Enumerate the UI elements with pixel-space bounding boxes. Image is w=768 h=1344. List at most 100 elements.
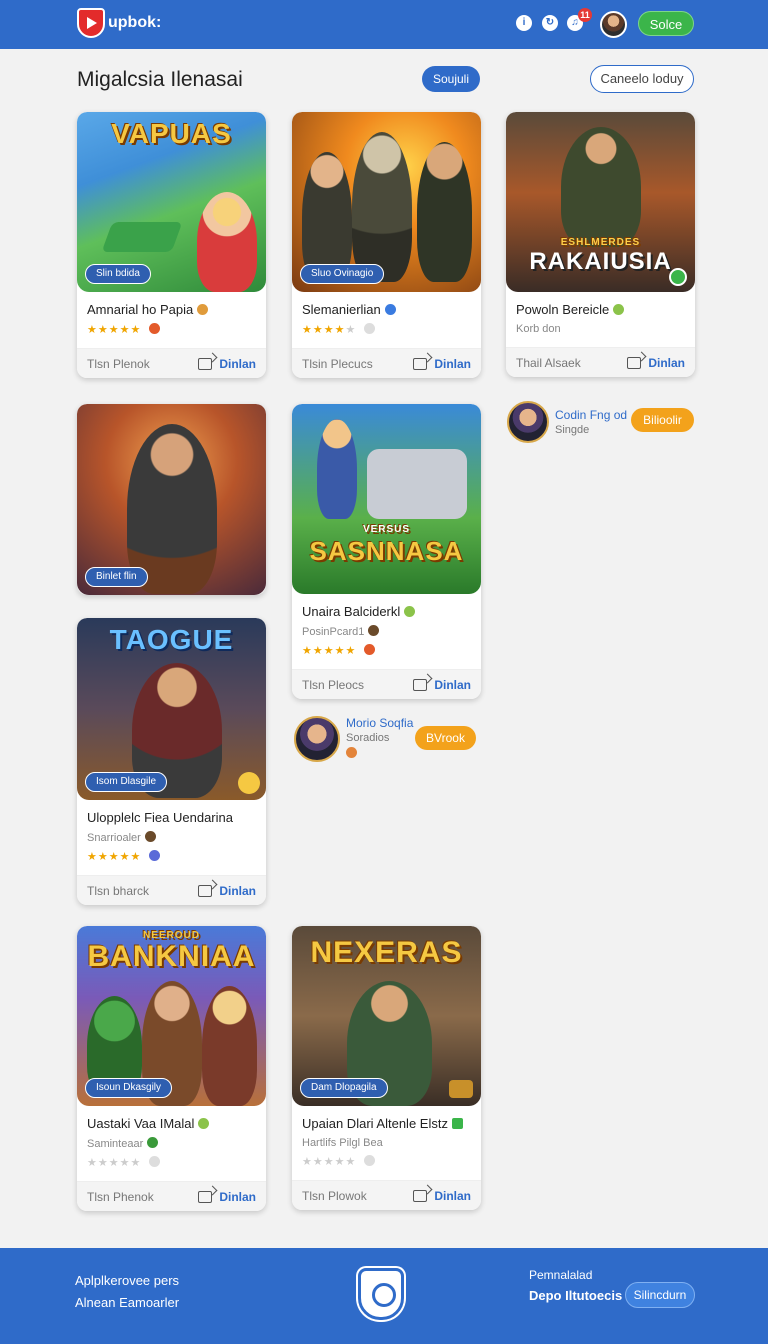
game-card[interactable]: VAPUAS Slin bdida Amnarial ho Papia ★★★★…	[77, 112, 266, 378]
card-action-link[interactable]: Dinlan	[219, 357, 256, 371]
creator-row[interactable]: Codin Fng od Singde	[507, 401, 627, 443]
app-logo[interactable]: upbok:	[77, 8, 161, 38]
game-card-image: NEEROUD BANKNIAA Isoun Dkasgily	[77, 926, 266, 1106]
footer-link[interactable]: Alnean Eamoarler	[75, 1292, 179, 1314]
card-footer: Thail Alsaek Dinlan	[506, 347, 695, 377]
share-icon[interactable]	[413, 678, 428, 691]
game-tag-chip[interactable]: Isom Dlasgile	[85, 772, 168, 792]
share-icon[interactable]	[627, 356, 642, 369]
game-art-subtitle: ESHLMERDES	[560, 237, 641, 248]
card-footer: Tlsn Pleocs Dinlan	[292, 669, 481, 699]
game-card[interactable]: Binlet flin	[77, 404, 266, 595]
game-art-title: RAKAIUSIA	[529, 248, 672, 275]
card-footer: Tlsin Plecucs Dinlan	[292, 348, 481, 378]
shield-logo-icon[interactable]	[358, 1268, 404, 1320]
footer-links: Aplplkerovee pers Alnean Eamoarler	[75, 1270, 179, 1314]
creator-subtitle: Singde	[555, 424, 590, 436]
medal-icon	[149, 1156, 161, 1167]
game-title: Upaian Dlari Altenle Elstz	[302, 1116, 471, 1131]
character-figure	[352, 132, 412, 282]
flag-icon	[451, 1118, 463, 1129]
game-card[interactable]: Sluo Ovinagio Slemanierlian ★★★★★ Tlsin …	[292, 112, 481, 378]
card-footer: Tlsn Plowok Dinlan	[292, 1180, 481, 1210]
card-action-link[interactable]: Dinlan	[434, 678, 471, 692]
star-rating: ★★★★★	[302, 1155, 471, 1168]
share-icon[interactable]	[198, 884, 213, 897]
star-rating: ★★★★★	[87, 323, 256, 336]
card-action-link[interactable]: Dinlan	[219, 884, 256, 898]
card-action-link[interactable]: Dinlan	[434, 357, 471, 371]
card-footer-label: Tlsn Plenok	[87, 356, 150, 371]
creator-row[interactable]: Morio Soqfia Soradios	[294, 716, 413, 762]
creator-name[interactable]: Codin Fng od	[555, 408, 627, 422]
chest-icon[interactable]	[449, 1080, 473, 1098]
game-card[interactable]: NEXERAS Dam Dlopagila Upaian Dlari Alten…	[292, 926, 481, 1210]
primary-pill-button[interactable]: Soujuli	[422, 66, 480, 92]
add-icon[interactable]	[669, 268, 687, 286]
game-subtitle: Korb don	[516, 323, 561, 335]
game-card-image: Sluo Ovinagio	[292, 112, 481, 292]
medal-icon	[364, 1155, 376, 1166]
grid-icon	[144, 831, 156, 842]
share-icon[interactable]	[198, 1190, 213, 1203]
share-icon[interactable]	[413, 1189, 428, 1202]
card-action-link[interactable]: Dinlan	[648, 356, 685, 370]
page-footer: Aplplkerovee pers Alnean Eamoarler Pemna…	[0, 1248, 768, 1344]
notification-badge: 11	[578, 8, 592, 22]
share-icon[interactable]	[198, 357, 213, 370]
creator-avatar[interactable]	[507, 401, 549, 443]
creator-follow-button[interactable]: BVrook	[415, 726, 476, 750]
bonus-icon[interactable]	[238, 772, 260, 794]
share-icon[interactable]	[413, 357, 428, 370]
card-footer-label: Tlsn Pleocs	[302, 677, 365, 692]
character-figure	[197, 192, 257, 292]
footer-button[interactable]: Silincdurn	[625, 1282, 695, 1308]
card-footer-label: Tlsn Phenok	[87, 1189, 154, 1204]
globe-icon	[147, 1137, 159, 1148]
star-rating: ★★★★★	[87, 850, 256, 863]
creator-follow-button[interactable]: Bilioolir	[631, 408, 694, 432]
card-footer: Tlsn bharck Dinlan	[77, 875, 266, 905]
secondary-pill-button[interactable]: Caneelo loduy	[590, 65, 694, 93]
creator-avatar[interactable]	[294, 716, 340, 762]
game-card[interactable]: VERSUS SASNNASA Unaira Balciderkl PosinP…	[292, 404, 481, 699]
game-tag-chip[interactable]: Binlet flin	[85, 567, 148, 587]
game-tag-chip[interactable]: Slin bdida	[85, 264, 151, 284]
card-footer: Tlsn Phenok Dinlan	[77, 1181, 266, 1211]
game-subtitle: Saminteaar	[87, 1137, 256, 1150]
medal-icon	[364, 323, 376, 334]
medal-icon	[364, 644, 376, 655]
game-card[interactable]: ESHLMERDES RAKAIUSIA Powoln Bereicle Kor…	[506, 112, 695, 377]
game-art-title: SASNNASA	[309, 536, 464, 566]
grid-icon	[368, 625, 380, 636]
game-card[interactable]: TAOGUE Isom Dlasgile Ulopplelc Fiea Uend…	[77, 618, 266, 905]
character-figure	[317, 419, 357, 519]
info-icon[interactable]: i	[516, 15, 532, 31]
footer-heading: Depo Iltutoecis	[529, 1288, 623, 1303]
star-rating: ★★★★★	[302, 644, 471, 657]
card-action-link[interactable]: Dinlan	[434, 1189, 471, 1203]
character-figure	[417, 142, 472, 282]
game-card[interactable]: NEEROUD BANKNIAA Isoun Dkasgily Uastaki …	[77, 926, 266, 1211]
card-action-link[interactable]: Dinlan	[219, 1190, 256, 1204]
card-footer-label: Thail Alsaek	[516, 355, 581, 370]
user-avatar[interactable]	[600, 11, 627, 38]
vehicle-shape	[367, 449, 467, 519]
creator-subtitle: Soradios	[346, 732, 390, 744]
game-tag-chip[interactable]: Dam Dlopagila	[300, 1078, 388, 1098]
game-title: Powoln Bereicle	[516, 302, 685, 317]
game-card-image: VAPUAS Slin bdida	[77, 112, 266, 292]
header-action-button[interactable]: Solce	[638, 11, 694, 36]
refresh-icon[interactable]: ↻	[542, 15, 558, 31]
logo-icon	[77, 8, 105, 38]
creator-name[interactable]: Morio Soqfia	[346, 716, 413, 730]
medal-icon	[149, 323, 161, 334]
badge-icon	[346, 747, 357, 758]
card-footer: Tlsn Plenok Dinlan	[77, 348, 266, 378]
game-tag-chip[interactable]: Sluo Ovinagio	[300, 264, 385, 284]
game-tag-chip[interactable]: Isoun Dkasgily	[85, 1078, 173, 1098]
game-subtitle: Snarrioaler	[87, 831, 256, 844]
footer-link[interactable]: Aplplkerovee pers	[75, 1270, 179, 1292]
character-figure	[202, 986, 257, 1106]
character-figure	[561, 127, 641, 247]
